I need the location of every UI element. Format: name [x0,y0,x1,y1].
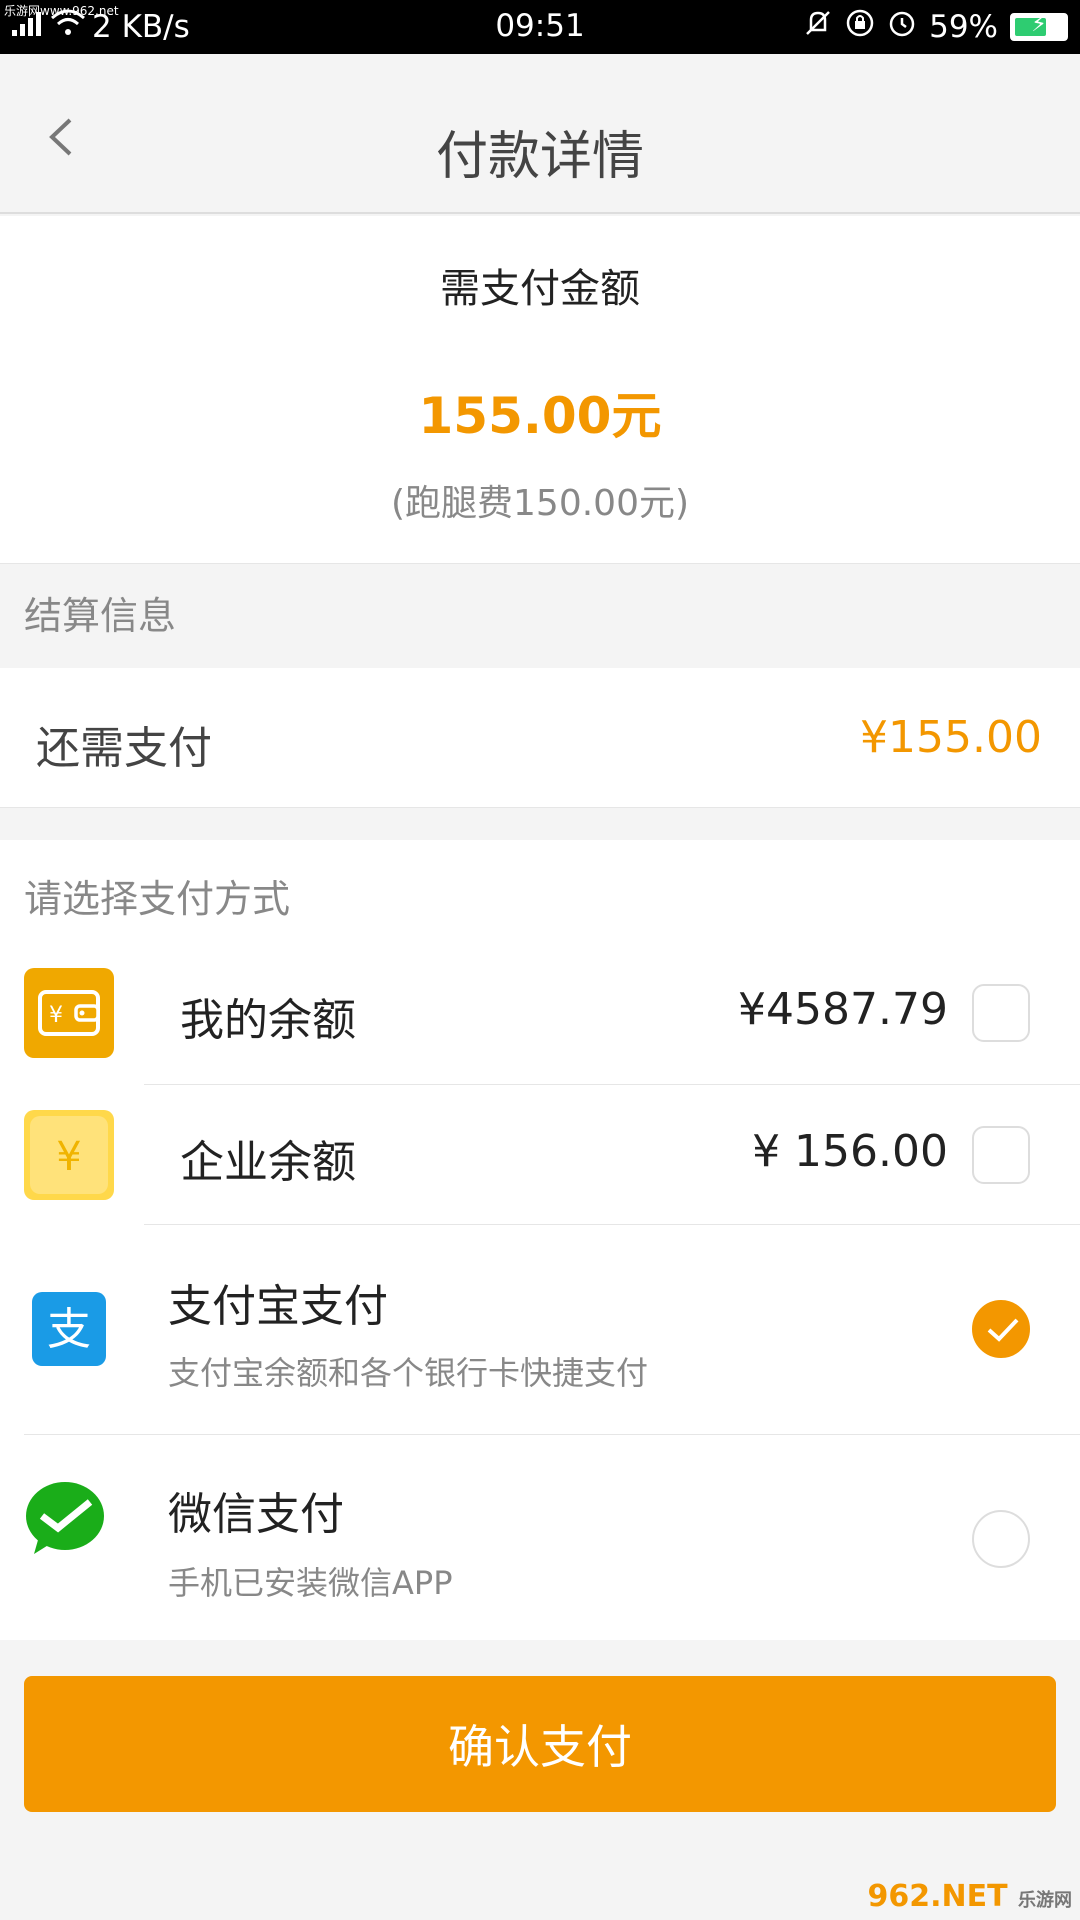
alarm-icon [887,8,917,45]
option-description: 手机已安装微信APP [168,1564,453,1602]
amount-breakdown: (跑腿费150.00元) [390,483,690,524]
wechat-radio[interactable] [972,1510,1030,1568]
remaining-row: 还需支付 ¥155.00 [0,668,1080,808]
payment-panel: 请选择支付方式 ¥ 我的余额 ¥4587.79 ¥ 企业余额 ¥ 156.00 [0,840,1080,1640]
alipay-icon: 支 [32,1292,106,1366]
battery-percent: 59% [929,8,998,45]
rotation-lock-icon [845,8,875,45]
option-price: ¥ 156.00 [752,1126,948,1177]
page-title: 付款详情 [435,127,644,187]
status-bar: 乐游网www.962.net 2 KB/s 09:51 59% ⚡ [0,0,1080,54]
option-name: 企业余额 [180,1137,356,1188]
nav-bar: 付款详情 [0,54,1080,214]
alipay-radio[interactable] [972,1300,1030,1358]
checkmark-icon [987,1318,1019,1342]
svg-text:¥: ¥ [56,1134,81,1180]
watermark-sub: 乐游网 [1018,1890,1072,1911]
amount-card: 需支付金额 155.00元 (跑腿费150.00元) [0,216,1080,564]
divider [144,1224,1080,1225]
settlement-header: 结算信息 [0,564,1080,668]
watermark-brand: 962.NET [867,1879,1008,1914]
payment-option-enterprise[interactable]: ¥ 企业余额 ¥ 156.00 [0,1110,1080,1250]
option-name: 我的余额 [180,995,356,1046]
amount-value: 155.00元 [418,387,662,445]
option-description: 支付宝余额和各个银行卡快捷支付 [168,1354,649,1392]
brand-watermark: 962.NET 乐游网 [867,1879,1072,1914]
remaining-label: 还需支付 [36,723,212,774]
payment-option-alipay[interactable]: 支 支付宝支付 支付宝余额和各个银行卡快捷支付 [0,1270,1080,1450]
option-name: 支付宝支付 [168,1281,388,1332]
wechat-icon [24,1478,106,1560]
payment-option-wechat[interactable]: 微信支付 手机已安装微信APP [0,1478,1080,1638]
balance-checkbox[interactable] [972,984,1030,1042]
remaining-value: ¥155.00 [860,712,1042,763]
enterprise-checkbox[interactable] [972,1126,1030,1184]
payment-option-balance[interactable]: ¥ 我的余额 ¥4587.79 [0,968,1080,1108]
divider [24,1434,1080,1435]
option-price: ¥4587.79 [738,984,948,1035]
battery-icon: ⚡ [1010,12,1068,41]
option-name: 微信支付 [168,1489,344,1540]
svg-text:¥: ¥ [49,1003,63,1028]
confirm-payment-button[interactable]: 确认支付 [24,1676,1056,1812]
mute-icon [803,8,833,45]
payment-header: 请选择支付方式 [24,877,291,921]
amount-label: 需支付金额 [440,266,640,312]
yen-coin-icon: ¥ [24,1110,114,1200]
svg-text:支: 支 [47,1304,91,1355]
wallet-icon: ¥ [24,968,114,1058]
divider [144,1084,1080,1085]
